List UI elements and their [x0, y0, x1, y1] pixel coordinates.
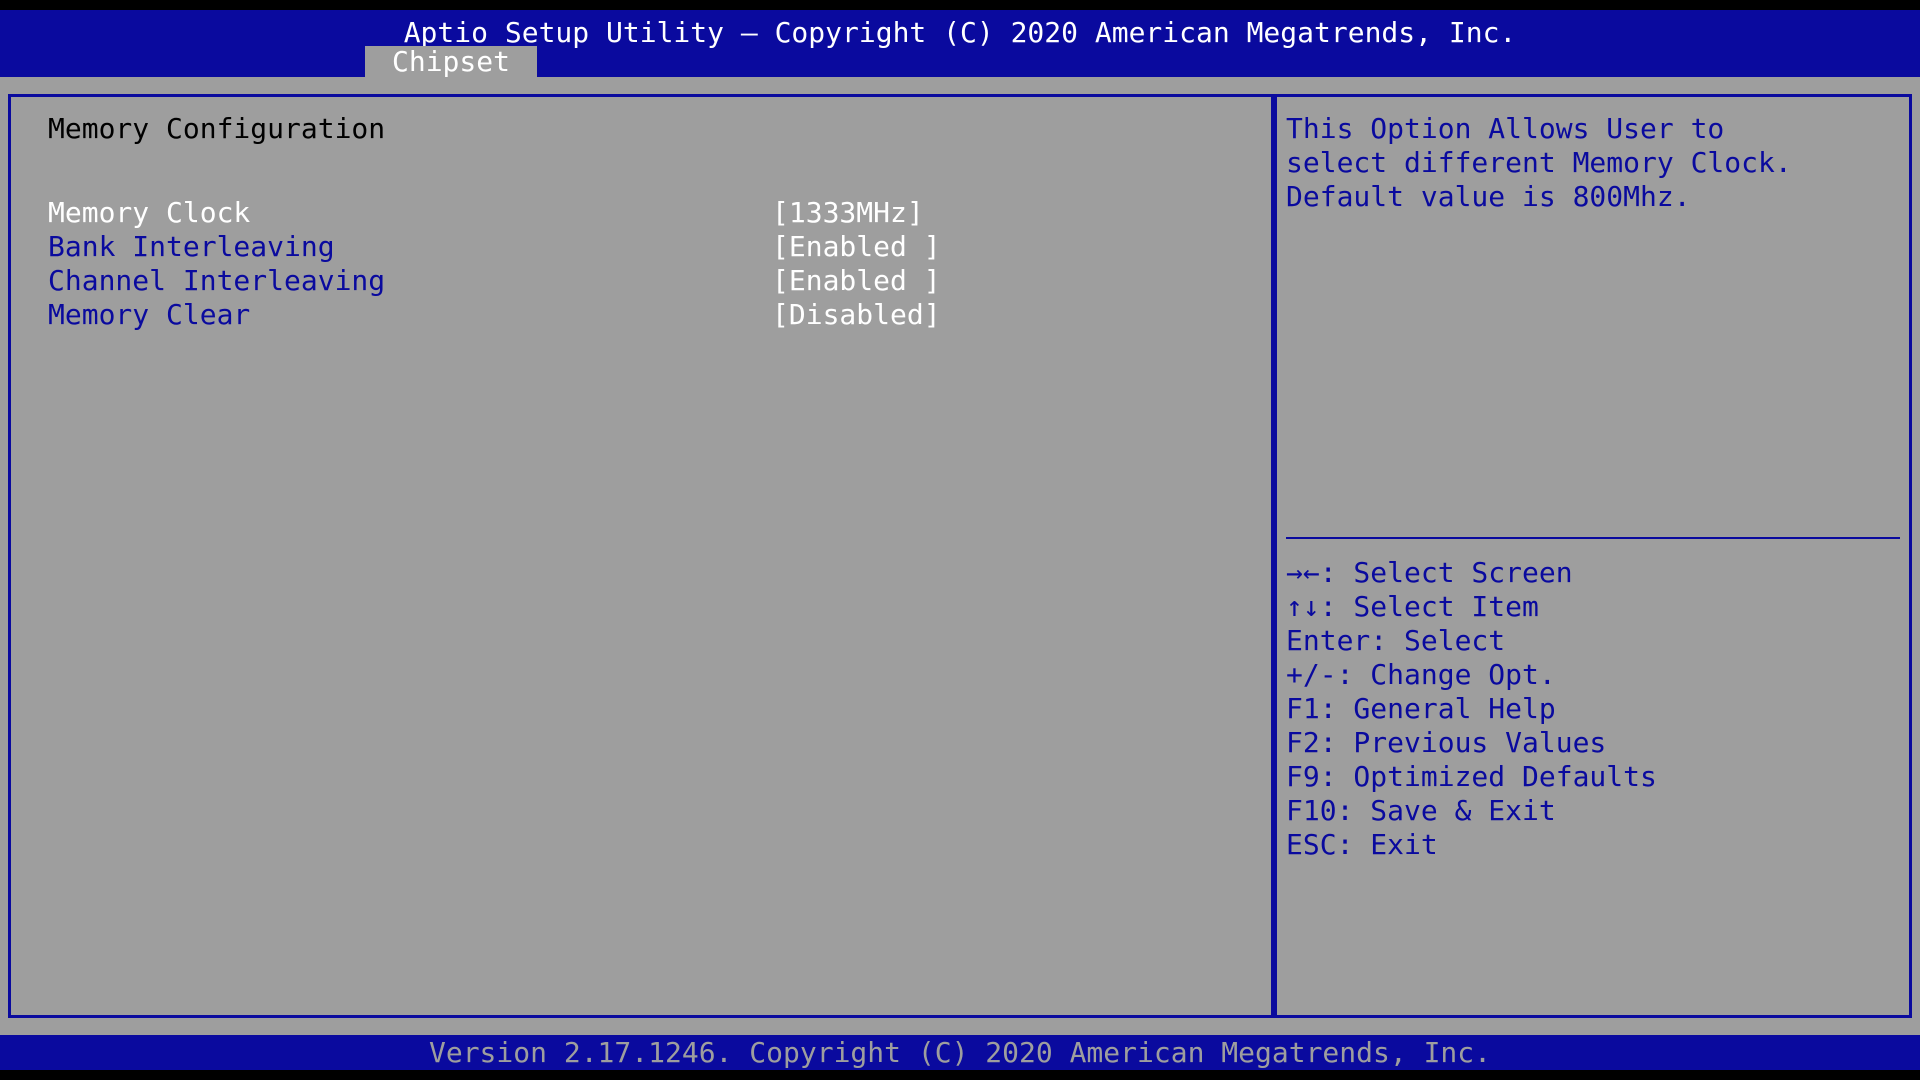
section-title: Memory Configuration [48, 112, 386, 145]
key-hint-exit: ESC: Exit [1286, 828, 1438, 861]
key-hint-change-opt: +/-: Change Opt. [1286, 658, 1556, 691]
key-hint-general-help: F1: General Help [1286, 692, 1556, 725]
key-hint-optimized-defaults: F9: Optimized Defaults [1286, 760, 1657, 793]
help-description-line: This Option Allows User to [1286, 112, 1725, 145]
key-hint-save-exit: F10: Save & Exit [1286, 794, 1556, 827]
help-description-line: Default value is 800Mhz. [1286, 180, 1691, 213]
version-text: Version 2.17.1246. Copyright (C) 2020 Am… [428, 1036, 1492, 1069]
key-hint-select-screen: →←: Select Screen [1286, 556, 1573, 589]
option-value[interactable]: [Enabled ] [772, 230, 941, 264]
option-value[interactable]: [Disabled] [772, 298, 941, 332]
option-memory-clear[interactable]: Memory Clear [Disabled] [48, 298, 1228, 332]
setup-body: Memory Configuration Memory Clock [1333M… [0, 77, 1920, 1035]
key-hint-select-item: ↑↓: Select Item [1286, 590, 1539, 623]
option-label: Bank Interleaving [48, 230, 335, 263]
bios-setup-screen: Aptio Setup Utility – Copyright (C) 2020… [0, 0, 1920, 1080]
option-channel-interleaving[interactable]: Channel Interleaving [Enabled ] [48, 264, 1228, 298]
help-description-line: select different Memory Clock. [1286, 146, 1792, 179]
option-value[interactable]: [1333MHz] [772, 196, 924, 230]
option-value[interactable]: [Enabled ] [772, 264, 941, 298]
utility-title: Aptio Setup Utility – Copyright (C) 2020… [403, 16, 1517, 49]
key-hint-previous-values: F2: Previous Values [1286, 726, 1607, 759]
option-bank-interleaving[interactable]: Bank Interleaving [Enabled ] [48, 230, 1228, 264]
option-memory-clock[interactable]: Memory Clock [1333MHz] [48, 196, 1228, 230]
help-divider [1286, 537, 1900, 539]
footer-bar: Version 2.17.1246. Copyright (C) 2020 Am… [0, 1035, 1920, 1070]
key-hint-enter: Enter: Select [1286, 624, 1506, 657]
tab-chipset[interactable]: Chipset [365, 46, 537, 77]
option-label: Memory Clock [48, 196, 251, 229]
option-label: Memory Clear [48, 298, 251, 331]
header-bar: Aptio Setup Utility – Copyright (C) 2020… [0, 10, 1920, 77]
option-label: Channel Interleaving [48, 264, 386, 297]
